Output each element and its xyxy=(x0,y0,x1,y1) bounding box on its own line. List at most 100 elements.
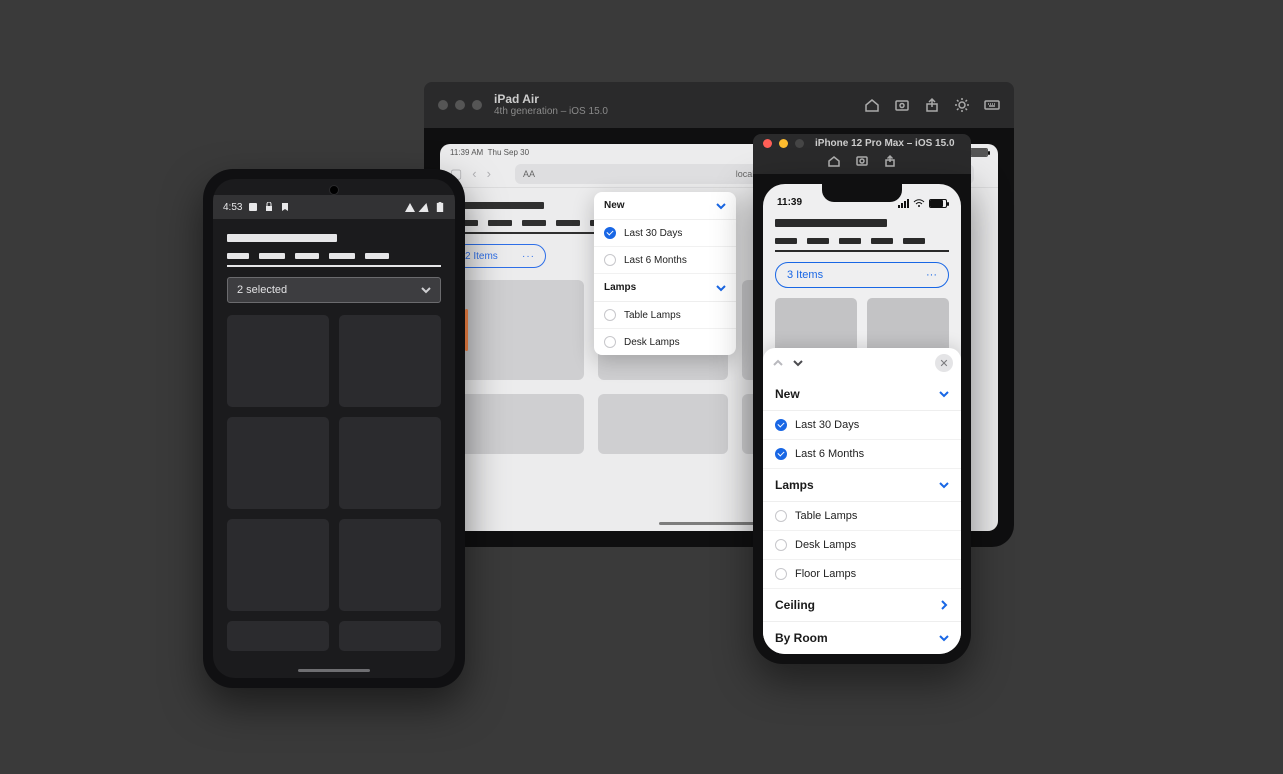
device-subtitle: 4th generation – iOS 15.0 xyxy=(494,106,864,118)
ipad-titlebar: iPad Air 4th generation – iOS 15.0 xyxy=(424,82,1014,128)
power-button[interactable] xyxy=(465,309,468,351)
filter-pill[interactable]: 2 Items ··· xyxy=(454,244,546,268)
option-label: Table Lamps xyxy=(795,510,857,522)
front-camera xyxy=(329,185,339,195)
filter-pill-more-icon[interactable]: ··· xyxy=(926,269,937,281)
tab-row[interactable] xyxy=(775,238,949,252)
radio-icon xyxy=(604,309,616,321)
keyboard-icon[interactable] xyxy=(984,97,1000,113)
close-icon[interactable] xyxy=(438,100,448,110)
filter-pill-more-icon[interactable]: ··· xyxy=(522,251,535,262)
filter-option[interactable]: Last 30 Days xyxy=(594,220,736,247)
option-label: Desk Lamps xyxy=(624,337,680,348)
appearance-icon[interactable] xyxy=(954,97,970,113)
filter-option[interactable]: Desk Lamps xyxy=(763,531,961,560)
page-title xyxy=(227,234,337,242)
forward-button[interactable]: › xyxy=(485,166,493,181)
option-label: Last 30 Days xyxy=(795,419,859,431)
bookmark-icon xyxy=(280,202,290,212)
chevron-right-icon xyxy=(939,600,949,610)
reader-aa[interactable]: AA xyxy=(523,169,535,179)
chevron-down-icon xyxy=(939,480,949,490)
home-indicator[interactable] xyxy=(298,669,370,672)
section-title: Ceiling xyxy=(775,598,815,612)
sheet-expand-icon[interactable] xyxy=(791,356,805,370)
section-title: New xyxy=(775,387,800,401)
filter-pill-label: 3 Items xyxy=(787,269,823,281)
filter-popover: New Last 30 Days Last 6 Months Lamps xyxy=(594,192,736,355)
filter-select[interactable]: 2 selected xyxy=(227,277,441,303)
wifi-icon xyxy=(913,199,925,208)
minimize-icon[interactable] xyxy=(455,100,465,110)
filter-option[interactable]: Last 30 Days xyxy=(763,411,961,440)
option-label: Last 30 Days xyxy=(624,228,682,239)
maximize-icon[interactable] xyxy=(472,100,482,110)
chevron-down-icon xyxy=(421,285,431,295)
clock: 11:39 xyxy=(777,197,802,208)
close-button[interactable]: ✕ xyxy=(935,354,953,372)
chevron-down-icon xyxy=(939,389,949,399)
product-card[interactable] xyxy=(454,394,584,454)
page-title xyxy=(454,202,544,209)
product-card[interactable] xyxy=(454,280,584,380)
filter-option[interactable]: Last 6 Months xyxy=(763,440,961,469)
option-label: Last 6 Months xyxy=(624,255,687,266)
filter-option[interactable]: Table Lamps xyxy=(763,502,961,531)
product-card[interactable] xyxy=(227,621,329,651)
share-icon[interactable] xyxy=(924,97,940,113)
radio-icon xyxy=(604,336,616,348)
wifi-icon xyxy=(405,203,415,212)
android-device: 4:53 xyxy=(203,169,465,688)
chevron-down-icon xyxy=(716,283,726,293)
page-root: 2 selected xyxy=(213,219,455,661)
radio-icon xyxy=(775,510,787,522)
check-icon xyxy=(604,227,616,239)
iphone-simulator: iPhone 12 Pro Max – iOS 15.0 11:39 xyxy=(753,134,971,664)
product-card[interactable] xyxy=(227,417,329,509)
product-card[interactable] xyxy=(227,519,329,611)
popover-section-header[interactable]: New xyxy=(594,192,736,220)
device-name: iPad Air xyxy=(494,92,864,106)
option-label: Table Lamps xyxy=(624,310,681,321)
sheet-section-header[interactable]: Lamps xyxy=(763,469,961,502)
close-icon[interactable] xyxy=(763,139,772,148)
share-icon[interactable] xyxy=(883,154,897,168)
maximize-icon[interactable] xyxy=(795,139,804,148)
radio-icon xyxy=(775,539,787,551)
traffic-lights[interactable] xyxy=(438,100,482,110)
clock: 11:39 AM xyxy=(450,148,483,157)
notification-icon xyxy=(248,202,258,212)
screenshot-icon[interactable] xyxy=(855,154,869,168)
filter-bottom-sheet: ✕ New Last 30 Days Last 6 Months Lamps xyxy=(763,348,961,654)
filter-option[interactable]: Floor Lamps xyxy=(763,560,961,589)
option-label: Last 6 Months xyxy=(795,448,864,460)
home-icon[interactable] xyxy=(864,97,880,113)
sheet-collapse-icon[interactable] xyxy=(771,356,785,370)
sheet-section-byroom[interactable]: By Room xyxy=(763,622,961,654)
date: Thu Sep 30 xyxy=(488,148,529,157)
section-title: New xyxy=(604,200,625,211)
product-card[interactable] xyxy=(227,315,329,407)
product-card[interactable] xyxy=(339,621,441,651)
notch xyxy=(822,184,902,202)
chevron-down-icon xyxy=(939,633,949,643)
home-icon[interactable] xyxy=(827,154,841,168)
product-card[interactable] xyxy=(598,394,728,454)
minimize-icon[interactable] xyxy=(779,139,788,148)
product-card[interactable] xyxy=(339,315,441,407)
screenshot-icon[interactable] xyxy=(894,97,910,113)
status-bar: 4:53 xyxy=(213,195,455,219)
filter-option[interactable]: Table Lamps xyxy=(594,302,736,329)
product-card[interactable] xyxy=(339,519,441,611)
filter-pill[interactable]: 3 Items ··· xyxy=(775,262,949,288)
popover-section-header[interactable]: Lamps xyxy=(594,274,736,302)
tab-row[interactable] xyxy=(227,253,441,267)
check-icon xyxy=(775,419,787,431)
filter-option[interactable]: Desk Lamps xyxy=(594,329,736,355)
filter-option[interactable]: Last 6 Months xyxy=(594,247,736,274)
product-card[interactable] xyxy=(339,417,441,509)
section-title: By Room xyxy=(775,631,828,645)
sheet-section-ceiling[interactable]: Ceiling xyxy=(763,589,961,622)
sheet-section-header[interactable]: New xyxy=(763,378,961,411)
back-button[interactable]: ‹ xyxy=(470,166,478,181)
